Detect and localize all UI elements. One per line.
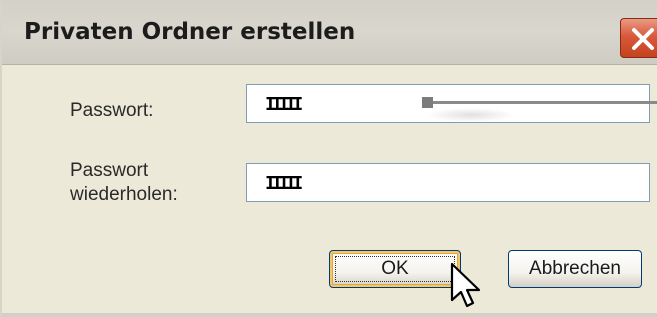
title-bar[interactable]: Privaten Ordner erstellen — [2, 0, 657, 65]
repeat-password-label-line1: Passwort — [70, 160, 149, 181]
callout-line — [430, 101, 657, 104]
create-private-folder-dialog: Privaten Ordner erstellen Passwort: IIII… — [0, 0, 657, 317]
callout-shadow — [426, 108, 516, 122]
callout-dot — [422, 97, 433, 108]
repeat-password-label-line2: wiederholen: — [70, 184, 178, 205]
password-label: Passwort: — [70, 100, 154, 121]
dialog-bottom-edge — [2, 313, 657, 317]
mouse-pointer-icon — [450, 262, 481, 308]
dialog-title: Privaten Ordner erstellen — [24, 19, 356, 45]
ok-button[interactable]: OK — [329, 250, 461, 288]
cancel-button[interactable]: Abbrechen — [508, 250, 642, 288]
ok-button-label: OK — [381, 258, 409, 279]
close-icon — [632, 28, 654, 50]
cancel-button-label: Abbrechen — [529, 258, 621, 279]
repeat-password-field[interactable]: IIIII — [246, 163, 650, 202]
repeat-password-mask: IIIII — [265, 173, 303, 194]
password-mask: IIIII — [265, 94, 303, 115]
close-button[interactable] — [620, 18, 657, 58]
